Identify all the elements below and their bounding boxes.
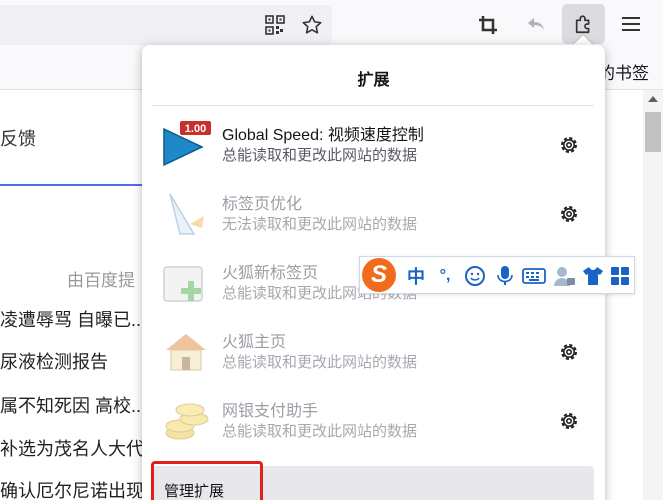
ime-punct-toggle[interactable]: °, (432, 263, 458, 289)
extension-permission: 无法读取和更改此网站的数据 (222, 216, 418, 233)
skin-shirt-icon[interactable] (580, 263, 606, 289)
extension-permission: 总能读取和更改此网站的数据 (222, 147, 418, 164)
extension-name: 火狐新标签页 (222, 265, 319, 282)
user-icon[interactable] (550, 263, 578, 289)
panel-title: 扩展 (357, 72, 390, 89)
highlight-annotation (151, 461, 263, 500)
home-icon (160, 326, 210, 376)
qr-code-icon[interactable] (264, 14, 286, 36)
extension-item-bank-pay[interactable]: 网银支付助手 总能读取和更改此网站的数据 (152, 389, 594, 453)
sogou-logo-icon[interactable]: S (362, 258, 396, 292)
extension-name: 火狐主页 (222, 334, 287, 351)
extension-name: 标签页优化 (222, 196, 303, 213)
news-item[interactable]: 确认厄尔尼诺出现 (0, 477, 142, 500)
extension-permission: 总能读取和更改此网站的数据 (222, 423, 418, 440)
emoji-icon[interactable] (462, 263, 488, 289)
ime-mode-toggle[interactable]: 中 (404, 263, 428, 289)
news-item[interactable]: 凌遭辱骂 自曝已.. (0, 306, 142, 332)
feedback-link[interactable]: 反馈 (0, 125, 36, 151)
ime-logo-text: S (371, 261, 388, 288)
speed-badge: 1.00 (185, 123, 206, 135)
menu-icon[interactable] (620, 13, 642, 35)
extension-permission: 总能读取和更改此网站的数据 (222, 354, 418, 371)
extension-item-home[interactable]: 火狐主页 总能读取和更改此网站的数据 (152, 320, 594, 384)
gear-icon[interactable] (557, 340, 581, 364)
extension-name: Global Speed: 视频速度控制 (222, 127, 424, 144)
toolbox-grid-icon[interactable] (608, 263, 632, 289)
keyboard-icon[interactable] (520, 263, 548, 289)
scrollbar-thumb[interactable] (645, 112, 661, 152)
source-label: 由百度提 (67, 271, 135, 290)
browser-toolbar (0, 0, 663, 48)
microphone-icon[interactable] (492, 263, 518, 289)
gear-icon[interactable] (557, 409, 581, 433)
bookmarks-folder[interactable]: 的书签 (598, 59, 649, 84)
gear-icon[interactable] (557, 133, 581, 157)
browser-window: 的书签 反馈 由百度提 凌遭辱骂 自曝已.. 尿液检测报告 属不知死因 高校..… (0, 0, 663, 500)
extension-item-tab-optimize[interactable]: 标签页优化 无法读取和更改此网站的数据 (152, 182, 594, 246)
news-item[interactable]: 补选为茂名人大代 (0, 435, 142, 461)
crop-screenshot-icon[interactable] (476, 13, 500, 37)
news-item[interactable]: 尿液检测报告 (0, 348, 142, 374)
new-tab-icon (160, 257, 210, 307)
tab-optimize-icon (160, 188, 210, 238)
extension-name: 网银支付助手 (222, 403, 319, 420)
search-box-border (0, 184, 142, 186)
play-speed-icon: 1.00 (160, 119, 211, 169)
ime-toolbar: S 中 °, (359, 256, 635, 294)
news-item[interactable]: 属不知死因 高校.. (0, 392, 142, 418)
scroll-up-arrow-icon[interactable] (648, 96, 658, 102)
extension-item-global-speed[interactable]: 1.00 Global Speed: 视频速度控制 总能读取和更改此网站的数据 (152, 113, 594, 177)
undo-icon[interactable] (524, 13, 548, 37)
star-icon[interactable] (300, 13, 324, 37)
divider (152, 105, 594, 106)
gear-icon[interactable] (557, 202, 581, 226)
extensions-icon (572, 12, 596, 36)
coins-icon (160, 395, 210, 445)
